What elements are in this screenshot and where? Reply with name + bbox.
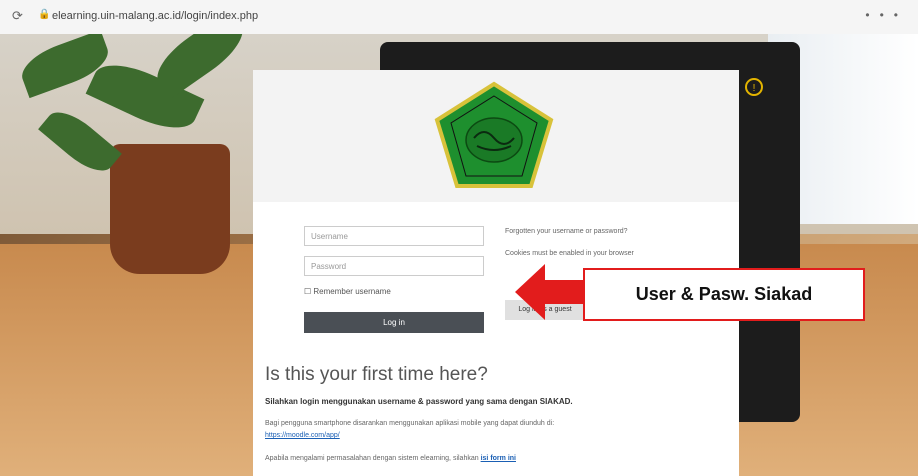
remember-label: Remember username (313, 287, 391, 296)
forgot-link[interactable]: Forgotten your username or password? (505, 228, 628, 235)
first-time-mobile-note: Bagi pengguna smartphone disarankan meng… (265, 420, 555, 427)
info-icon: ! (745, 78, 763, 96)
browser-toolbar: ⟳ 🔒 elearning.uin-malang.ac.id/login/ind… (0, 0, 918, 35)
username-input[interactable]: Username (304, 226, 484, 246)
login-button[interactable]: Log in (304, 312, 484, 333)
support-text: Apabila mengalami permasalahan dengan si… (265, 455, 479, 462)
callout-box: User & Pasw. Siakad (583, 268, 865, 321)
remember-checkbox[interactable]: ☐ Remember username (304, 287, 391, 296)
reload-icon[interactable]: ⟳ (12, 8, 23, 24)
uin-logo (434, 81, 554, 188)
first-time-instruction: Silahkan login menggunakan username & pa… (265, 397, 573, 406)
support-form-link[interactable]: isi form ini (481, 455, 516, 462)
cookies-notice: Cookies must be enabled in your browser (505, 250, 634, 257)
moodle-app-link[interactable]: https://moodle.com/app/ (265, 432, 340, 439)
browser-action-icons[interactable]: ••• (865, 8, 908, 22)
plant-pot (110, 144, 230, 274)
address-bar[interactable]: elearning.uin-malang.ac.id/login/index.p… (52, 10, 258, 22)
password-input[interactable]: Password (304, 256, 484, 276)
first-time-support: Apabila mengalami permasalahan dengan si… (265, 455, 516, 462)
logo-area (253, 70, 739, 202)
red-arrow-icon (515, 264, 587, 320)
lock-icon: 🔒 (38, 9, 51, 20)
first-time-title: Is this your first time here? (265, 364, 488, 385)
